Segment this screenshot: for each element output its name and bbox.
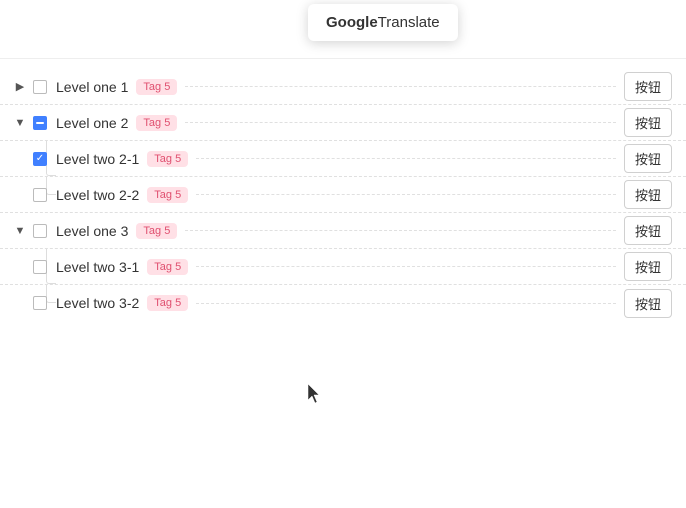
button-level-one-2[interactable]: 按钮 bbox=[624, 108, 672, 137]
row-label-level-two-3-1: Level two 3-1 bbox=[56, 259, 139, 275]
row-label-level-one-2: Level one 2 bbox=[56, 115, 128, 131]
google-text: Google bbox=[326, 14, 378, 31]
checkbox-level-two-2-1[interactable] bbox=[33, 152, 47, 166]
button-level-one-1[interactable]: 按钮 bbox=[624, 72, 672, 101]
mouse-cursor bbox=[308, 384, 322, 404]
tree-row-level-two-3-1: ▶Level two 3-1Tag 5按钮 bbox=[0, 249, 686, 285]
tag-level-two-3-2: Tag 5 bbox=[147, 295, 188, 311]
checkbox-wrap-level-two-2-2 bbox=[30, 185, 50, 205]
button-level-two-3-2[interactable]: 按钮 bbox=[624, 289, 672, 318]
spacer-level-one-2 bbox=[185, 122, 616, 123]
row-label-level-two-3-2: Level two 3-2 bbox=[56, 295, 139, 311]
row-label-level-one-3: Level one 3 bbox=[56, 223, 128, 239]
checkbox-level-two-3-1[interactable] bbox=[33, 260, 47, 274]
tree-row-level-one-1: ▶ Level one 1 Tag 5 按钮 bbox=[0, 69, 686, 105]
tag-level-two-2-1: Tag 5 bbox=[147, 151, 188, 167]
button-level-two-2-1[interactable]: 按钮 bbox=[624, 144, 672, 173]
checkbox-wrap-level-one-3 bbox=[30, 221, 50, 241]
spacer-level-two-2-2 bbox=[196, 194, 616, 195]
spacer-level-two-3-1 bbox=[196, 266, 616, 267]
tree-container: ▶Level one 1Tag 5按钮▼Level one 2Tag 5按钮▶L… bbox=[0, 59, 686, 331]
tree-row-level-two-2-1: ▶Level two 2-1Tag 5按钮 bbox=[0, 141, 686, 177]
checkbox-level-two-2-2[interactable] bbox=[33, 188, 47, 202]
checkbox-wrap-level-two-2-1 bbox=[30, 149, 50, 169]
button-level-two-3-1[interactable]: 按钮 bbox=[624, 252, 672, 281]
row-label-level-one-1: Level one 1 bbox=[56, 79, 128, 95]
arrow-level-one-2[interactable]: ▼ bbox=[10, 113, 30, 133]
checkbox-wrap-level-two-3-2 bbox=[30, 293, 50, 313]
google-translate-popup: GoogleTranslate bbox=[308, 4, 458, 41]
spacer-level-two-2-1 bbox=[196, 158, 616, 159]
checkbox-level-one-3[interactable] bbox=[33, 224, 47, 238]
arrow-level-one-3[interactable]: ▼ bbox=[10, 221, 30, 241]
tag-level-one-1: Tag 5 bbox=[136, 79, 177, 95]
tag-level-two-3-1: Tag 5 bbox=[147, 259, 188, 275]
button-level-two-2-2[interactable]: 按钮 bbox=[624, 180, 672, 209]
tag-level-one-2: Tag 5 bbox=[136, 115, 177, 131]
checkbox-level-one-2[interactable] bbox=[33, 116, 47, 130]
tree-row-level-one-2: ▼ Level one 2 Tag 5 按钮 bbox=[0, 105, 686, 141]
arrow-level-one-1[interactable]: ▶ bbox=[10, 77, 30, 97]
button-level-one-3[interactable]: 按钮 bbox=[624, 216, 672, 245]
spacer-level-one-3 bbox=[185, 230, 616, 231]
checkbox-wrap-level-one-1 bbox=[30, 77, 50, 97]
tree-row-level-two-3-2: ▶Level two 3-2Tag 5按钮 bbox=[0, 285, 686, 321]
checkbox-wrap-level-two-3-1 bbox=[30, 257, 50, 277]
tag-level-one-3: Tag 5 bbox=[136, 223, 177, 239]
spacer-level-two-3-2 bbox=[196, 303, 616, 304]
tag-level-two-2-2: Tag 5 bbox=[147, 187, 188, 203]
row-label-level-two-2-1: Level two 2-1 bbox=[56, 151, 139, 167]
checkbox-level-one-1[interactable] bbox=[33, 80, 47, 94]
tree-row-level-one-3: ▼ Level one 3 Tag 5 按钮 bbox=[0, 213, 686, 249]
spacer-level-one-1 bbox=[185, 86, 616, 87]
checkbox-wrap-level-one-2 bbox=[30, 113, 50, 133]
translate-text: Translate bbox=[378, 14, 440, 31]
checkbox-level-two-3-2[interactable] bbox=[33, 296, 47, 310]
row-label-level-two-2-2: Level two 2-2 bbox=[56, 187, 139, 203]
tree-row-level-two-2-2: ▶Level two 2-2Tag 5按钮 bbox=[0, 177, 686, 213]
